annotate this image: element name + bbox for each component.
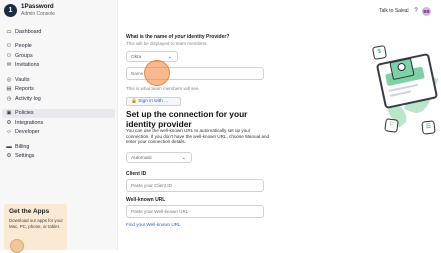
app-logo-icon: 1 [4,4,17,17]
sidebar-item-dashboard[interactable]: ▭ Dashboard [2,27,115,37]
bell-icon[interactable]: ♫ [403,7,411,15]
main-content: What is the name of your identity Provid… [118,22,338,250]
click-highlight [144,60,170,86]
client-id-input[interactable]: Paste your Client ID [126,179,264,192]
sidebar-item-label: People [15,43,32,50]
sidebar-item-reports[interactable]: ▤ Reports [2,85,115,95]
sidebar-item-label: Vaults [15,76,30,83]
badge-icon: ⚐ [384,118,399,133]
promo-body: Download our apps for your Mac, PC, phon… [9,218,63,229]
get-apps-promo[interactable]: Get the Apps Download our apps for your … [4,204,67,253]
sidebar-item-activity-log[interactable]: ◷ Activity log [2,94,115,104]
billing-icon: ▬ [6,143,12,150]
sidebar-item-billing[interactable]: ▬ Billing [2,142,115,152]
sidebar-item-label: Invitations [15,62,40,69]
sidebar-item-label: Billing [15,143,30,150]
activity-icon: ◷ [6,95,12,102]
sidebar: 1 1Password Admin Console ▭ Dashboard ⚇ Peo… [0,0,118,253]
well-known-url-input[interactable]: Paste your Well-known URL [126,205,264,218]
sidebar-item-people[interactable]: ⚇ People [2,42,115,52]
person-icon: ⚇ [6,43,12,50]
chevron-down-icon: ⌄ [167,54,172,60]
admin-console-window: 1 1Password Admin Console ▭ Dashboard ⚇ Peo… [0,0,441,253]
help-icon[interactable]: ? [412,7,420,15]
promo-app-icon [10,239,24,253]
client-id-label: Client ID [126,171,147,177]
sidebar-item-label: Developer [15,129,40,136]
sign-in-with-button[interactable]: 🔒 Sign in with ... [126,97,181,106]
app-subtitle: Admin Console [21,10,55,17]
dashboard-icon: ▭ [6,28,12,35]
sidebar-item-label: Policies [15,110,34,117]
sidebar-item-label: Dashboard [15,28,42,35]
top-bar: Talk to Sales ♫ ? BB [118,0,441,22]
developer-icon: ‹› [7,129,11,136]
sidebar-item-label: Activity log [15,95,41,102]
sidebar-item-policies[interactable]: ▣ Policies [2,108,115,118]
sidebar-item-invitations[interactable]: ✉ Invitations [2,61,115,71]
vault-icon: ◎ [6,76,12,83]
method-select-value: Automatic [131,156,153,161]
sidebar-item-settings[interactable]: ⚙ Settings [2,152,115,162]
brand[interactable]: 1 1Password Admin Console [4,4,55,17]
badge-icon: $ [371,44,388,61]
promo-title: Get the Apps [9,208,50,215]
name-hint: This is what team members will see. [126,86,200,91]
sidebar-item-developer[interactable]: ‹› Developer [2,128,115,138]
provider-select-value: Okta [131,55,142,60]
chevron-down-icon: ⌄ [181,155,186,161]
reports-icon: ▤ [6,86,12,93]
nav-separator [2,37,115,42]
well-known-url-label: Well-known URL [126,197,166,203]
invitations-icon: ✉ [6,62,12,69]
sidebar-item-label: Reports [15,86,34,93]
badge-icon: ☰ [421,120,436,135]
sidebar-item-label: Integrations [15,119,44,126]
sidebar-item-label: Groups [15,52,33,59]
section-title: Set up the connection for your identity … [126,109,248,129]
sidebar-item-label: Settings [15,153,35,160]
connection-method-select[interactable]: Automatic ⌄ [126,152,192,163]
settings-icon: ⚙ [6,153,12,160]
section-description: You can use the well-known URL to automa… [126,128,270,145]
nav-separator [2,104,115,109]
integrations-icon: ⚙ [6,119,12,126]
sidebar-item-groups[interactable]: ⚇ Groups [2,51,115,61]
provider-question: What is the name of your identity Provid… [126,34,230,40]
sidebar-nav: ▭ Dashboard ⚇ People ⚇ Groups ✉ Invitations ◎ Vau… [2,27,115,161]
groups-icon: ⚇ [6,52,12,59]
sidebar-item-vaults[interactable]: ◎ Vaults [2,75,115,85]
provider-question-subtitle: This will be displayed to team members. [126,41,208,46]
sidebar-item-integrations[interactable]: ⚙ Integrations [2,118,115,128]
identity-illustration: $ ⚐ ☰ [340,22,441,162]
policies-icon: ▣ [6,110,12,117]
find-well-known-url-link[interactable]: Find your Well-known URL [126,222,181,227]
app-name: 1Password [21,3,54,11]
avatar[interactable]: BB [422,7,431,16]
